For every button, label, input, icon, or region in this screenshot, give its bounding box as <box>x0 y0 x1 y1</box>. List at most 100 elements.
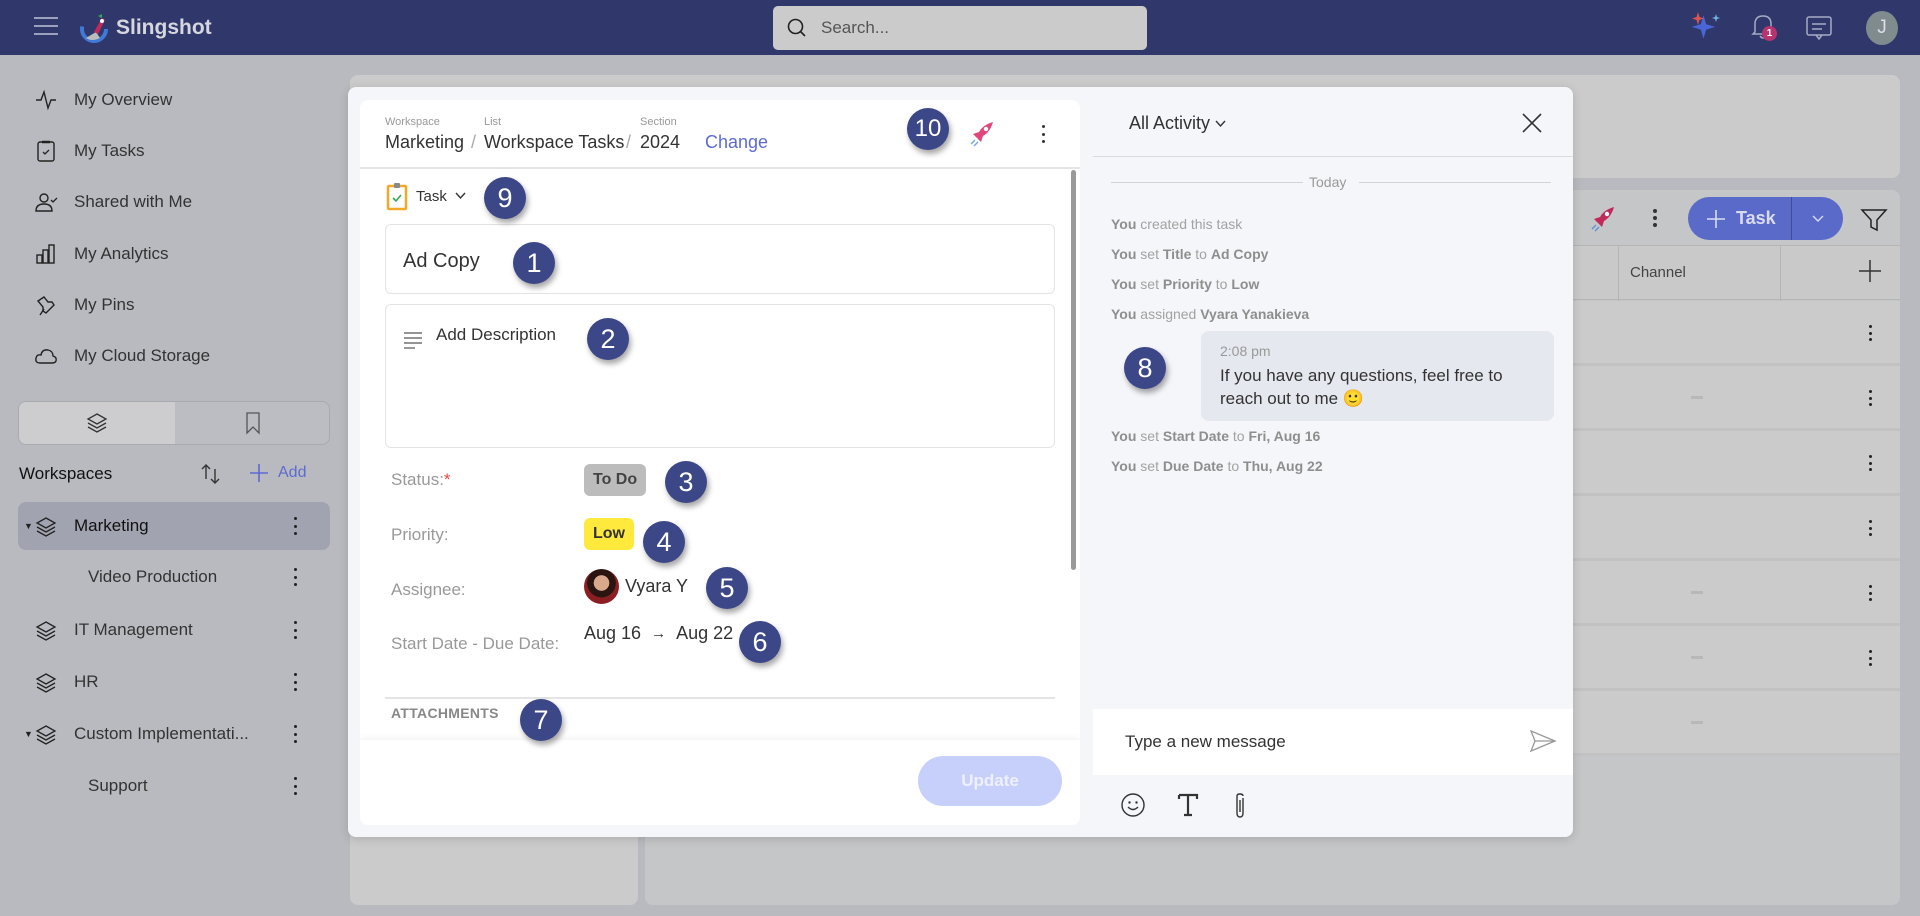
bookmarks-tab[interactable] <box>175 402 331 444</box>
add-task-button[interactable]: Task <box>1688 197 1792 240</box>
message-input[interactable] <box>1093 709 1523 775</box>
menu-icon[interactable] <box>34 17 58 37</box>
bookmark-icon <box>246 412 260 435</box>
workspace-item-custom-implementation[interactable]: ▼ Custom Implementati... <box>18 710 330 758</box>
add-task-label: Task <box>1736 208 1776 228</box>
plus-icon <box>250 464 268 482</box>
attachments-heading: ATTACHMENTS <box>391 705 499 721</box>
empty-cell-dash <box>1691 656 1703 659</box>
search-input[interactable]: Search... <box>773 6 1147 50</box>
assignee-field[interactable]: Vyara Y <box>584 569 688 604</box>
annotation-marker-6: 6 <box>739 621 781 663</box>
layers-icon <box>35 621 57 641</box>
add-task-dropdown-button[interactable] <box>1792 197 1843 240</box>
layers-icon <box>35 673 57 693</box>
chat-message[interactable]: 2:08 pm If you have any questions, feel … <box>1201 331 1554 421</box>
annotation-marker-5: 5 <box>706 567 748 609</box>
workspace-label: Video Production <box>88 567 218 586</box>
task-more-options-icon[interactable] <box>1040 122 1046 146</box>
emoji-icon[interactable] <box>1120 792 1146 818</box>
start-date: Aug 16 <box>584 623 642 643</box>
message-composer <box>1093 709 1573 775</box>
breadcrumb-section-caption: Section <box>640 116 677 128</box>
more-options-icon[interactable] <box>292 618 298 642</box>
row-more-options-icon[interactable] <box>1867 452 1873 474</box>
filter-button[interactable] <box>1860 207 1888 238</box>
workspace-item-marketing[interactable]: ▼ Marketing <box>18 502 330 550</box>
activity-filter-label: All Activity <box>1129 113 1211 133</box>
more-options-icon[interactable] <box>292 514 298 538</box>
breadcrumb-list[interactable]: Workspace Tasks <box>484 132 624 153</box>
more-options-icon[interactable] <box>292 565 298 589</box>
sidebar-item-label: My Overview <box>74 90 173 109</box>
add-workspace-button[interactable]: Add <box>248 462 306 484</box>
sort-workspaces-button[interactable] <box>198 461 224 492</box>
sidebar-item-shared-with-me[interactable]: Shared with Me <box>34 187 192 217</box>
notifications-button[interactable]: 1 <box>1750 12 1777 45</box>
user-avatar[interactable]: J <box>1866 11 1898 45</box>
row-more-options-icon[interactable] <box>1867 517 1873 539</box>
date-range-field[interactable]: Aug 16 → Aug 22 <box>584 623 733 644</box>
workspace-label: IT Management <box>74 620 193 639</box>
background-rocket-button[interactable] <box>1588 203 1618 238</box>
add-workspace-label: Add <box>278 464 307 481</box>
arrow-right-icon: → <box>651 625 667 642</box>
change-location-link[interactable]: Change <box>705 132 768 153</box>
messages-button[interactable] <box>1805 15 1833 46</box>
sidebar-item-my-cloud-storage[interactable]: My Cloud Storage <box>34 341 210 371</box>
annotation-marker-4: 4 <box>643 521 685 563</box>
annotation-marker-2: 2 <box>587 318 629 360</box>
chevron-down-icon <box>1215 120 1226 127</box>
add-column-icon[interactable] <box>1857 258 1883 284</box>
breadcrumb-section[interactable]: 2024 <box>640 132 680 153</box>
form-scrollbar[interactable] <box>1071 170 1076 570</box>
task-type-label: Task <box>416 187 447 205</box>
task-type-dropdown[interactable]: Task <box>386 181 466 211</box>
more-options-icon[interactable] <box>292 722 298 746</box>
activity-filter-dropdown[interactable]: All Activity <box>1129 113 1226 134</box>
status-label: Status:* <box>391 470 451 489</box>
row-more-options-icon[interactable] <box>1867 387 1873 409</box>
sidebar-item-my-pins[interactable]: My Pins <box>34 290 134 320</box>
bar-chart-icon <box>36 244 55 264</box>
attachment-icon[interactable] <box>1232 792 1248 820</box>
annotation-marker-10: 10 <box>907 108 949 150</box>
background-more-options-icon[interactable] <box>1652 206 1658 230</box>
sidebar-item-my-analytics[interactable]: My Analytics <box>34 239 168 269</box>
workspaces-tab[interactable] <box>19 402 175 444</box>
sidebar-item-my-tasks[interactable]: My Tasks <box>34 136 145 166</box>
row-more-options-icon[interactable] <box>1867 647 1873 669</box>
workspace-item-it-management[interactable]: IT Management <box>18 606 330 654</box>
expand-caret-icon[interactable]: ▼ <box>24 521 33 531</box>
send-icon[interactable] <box>1529 729 1557 753</box>
rocket-icon <box>1591 207 1614 232</box>
user-check-icon <box>35 193 58 212</box>
workspace-label: HR <box>74 672 99 691</box>
annotation-marker-8: 8 <box>1124 347 1166 389</box>
more-options-icon[interactable] <box>292 774 298 798</box>
sidebar-item-my-overview[interactable]: My Overview <box>34 85 172 115</box>
ai-sparkle-button[interactable] <box>1690 12 1726 49</box>
column-header-channel[interactable]: Channel <box>1630 264 1686 281</box>
app-logo[interactable]: Slingshot <box>78 12 212 44</box>
priority-badge[interactable]: Low <box>584 518 634 550</box>
row-more-options-icon[interactable] <box>1867 582 1873 604</box>
layers-icon <box>35 725 57 745</box>
row-more-options-icon[interactable] <box>1867 322 1873 344</box>
text-format-icon[interactable] <box>1177 792 1199 818</box>
close-icon[interactable] <box>1521 112 1543 134</box>
status-badge[interactable]: To Do <box>584 464 647 496</box>
rocket-button[interactable] <box>967 118 997 153</box>
task-title-input[interactable]: Ad Copy <box>385 224 1055 294</box>
workspace-item-video-production[interactable]: Video Production <box>18 553 330 601</box>
assignee-avatar <box>584 569 619 604</box>
update-button[interactable]: Update <box>918 756 1062 806</box>
notification-badge: 1 <box>1762 26 1777 41</box>
expand-caret-icon[interactable]: ▼ <box>24 729 33 739</box>
breadcrumb-workspace[interactable]: Marketing <box>385 132 464 153</box>
task-description-input[interactable]: Add Description <box>385 304 1055 448</box>
workspace-item-support[interactable]: Support <box>18 762 330 810</box>
more-options-icon[interactable] <box>292 670 298 694</box>
workspace-item-hr[interactable]: HR <box>18 658 330 706</box>
divider <box>385 697 1055 699</box>
